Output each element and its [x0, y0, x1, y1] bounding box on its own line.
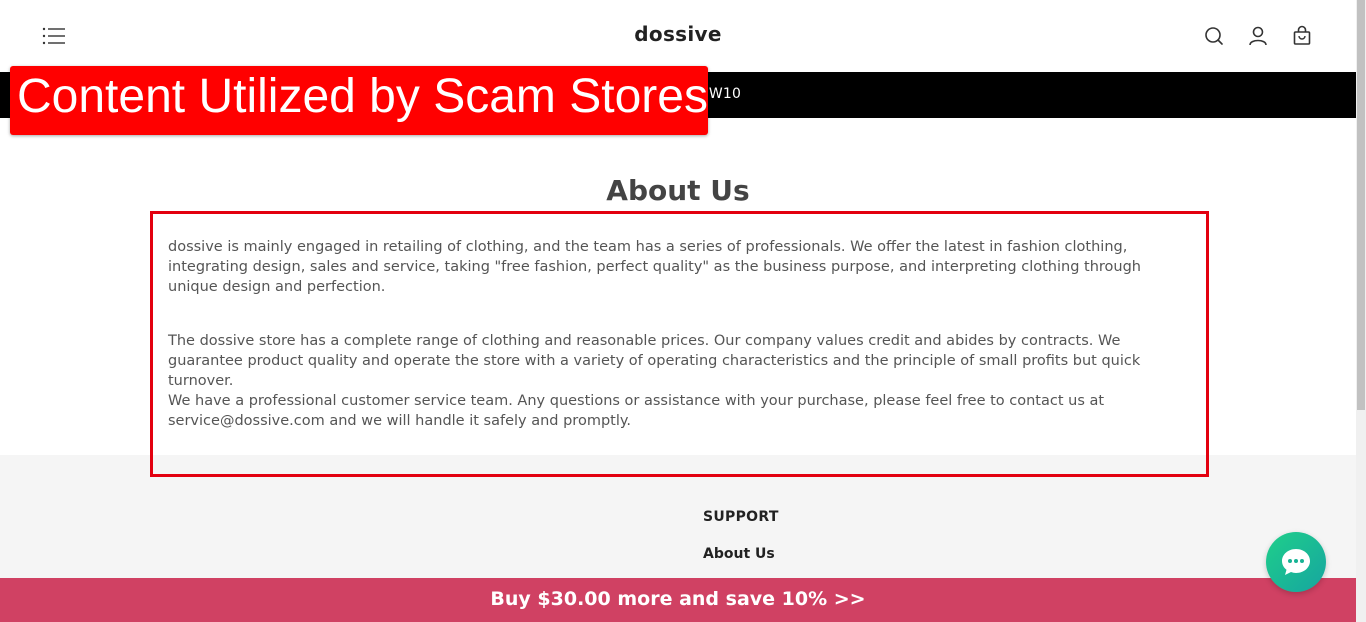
- chat-button[interactable]: [1266, 532, 1326, 592]
- promo-bar[interactable]: Buy $30.00 more and save 10% >>: [0, 578, 1356, 622]
- about-content: dossive is mainly engaged in retailing o…: [168, 237, 1178, 431]
- promo-bar-text[interactable]: Buy $30.00 more and save 10% >>: [0, 588, 1356, 610]
- footer-link-about-us[interactable]: About Us: [703, 546, 775, 562]
- page-title: About Us: [606, 174, 750, 207]
- about-paragraph: The dossive store has a complete range o…: [168, 333, 1141, 389]
- cart-icon[interactable]: [1291, 25, 1313, 47]
- about-paragraph: We have a professional customer service …: [168, 393, 1105, 429]
- about-paragraph: dossive is mainly engaged in retailing o…: [168, 239, 1141, 295]
- chat-bubble-icon: [1282, 549, 1310, 575]
- scrollbar-thumb[interactable]: [1357, 0, 1365, 410]
- footer-heading-support: SUPPORT: [703, 509, 779, 525]
- search-icon[interactable]: [1203, 25, 1225, 47]
- page-scrollbar[interactable]: [1356, 0, 1366, 622]
- warning-overlay-label: Content Utilized by Scam Stores: [10, 66, 708, 135]
- warning-overlay-text: Content Utilized by Scam Stores: [17, 70, 708, 123]
- account-icon[interactable]: [1247, 25, 1269, 47]
- site-header: dossive: [0, 0, 1356, 72]
- brand-logo[interactable]: dossive: [0, 22, 1356, 46]
